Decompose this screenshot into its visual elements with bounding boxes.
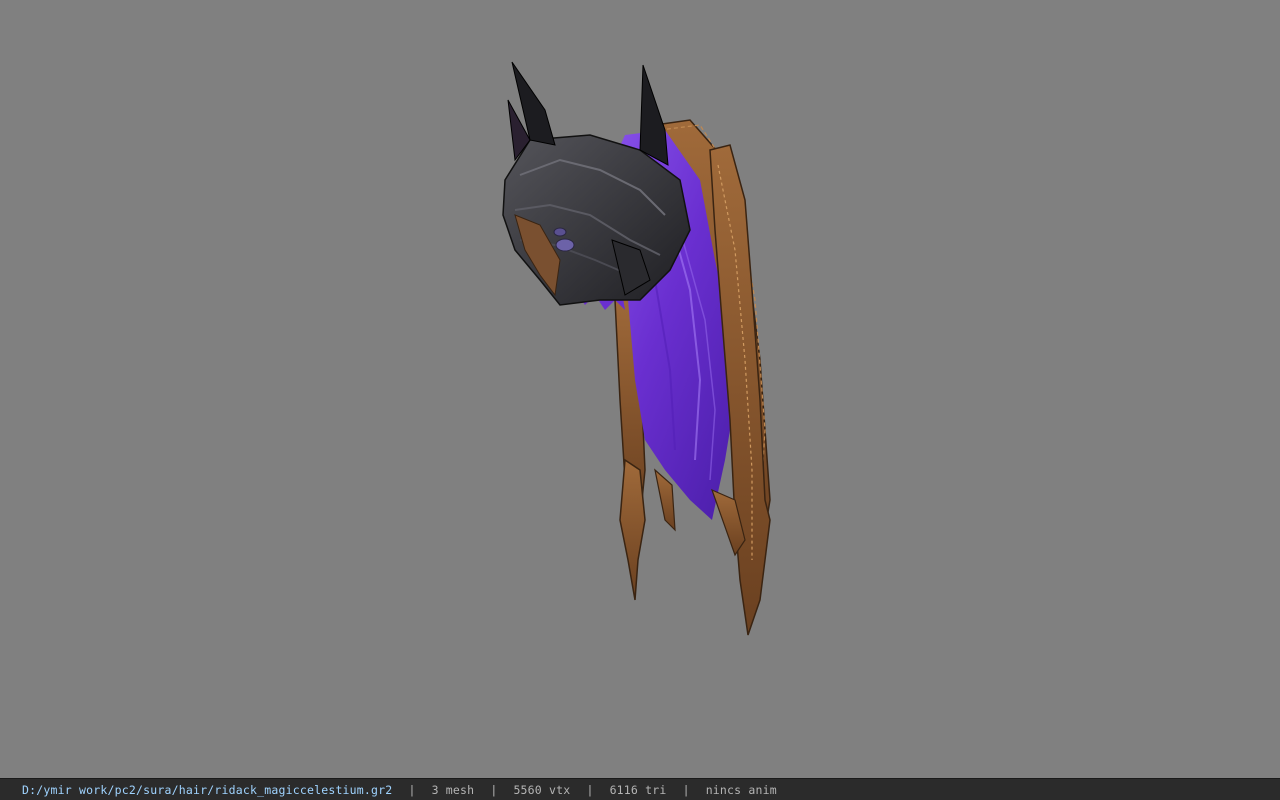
mesh-count-label: 3 mesh: [431, 782, 475, 797]
separator: |: [408, 782, 416, 797]
status-bar: D:/ymir work/pc2/sura/hair/ridack_magicc…: [0, 778, 1280, 800]
helmet-mesh: [502, 61, 691, 306]
vertex-count-label: 5560 vtx: [513, 782, 571, 797]
triangle-count-label: 6116 tri: [609, 782, 667, 797]
separator: |: [682, 782, 690, 797]
separator: |: [490, 782, 498, 797]
separator: |: [586, 782, 594, 797]
file-path-label: D:/ymir work/pc2/sura/hair/ridack_magicc…: [22, 782, 393, 797]
model-render[interactable]: [0, 0, 1280, 778]
3d-viewport[interactable]: [0, 0, 1280, 778]
animation-label: nincs anim: [705, 782, 777, 797]
